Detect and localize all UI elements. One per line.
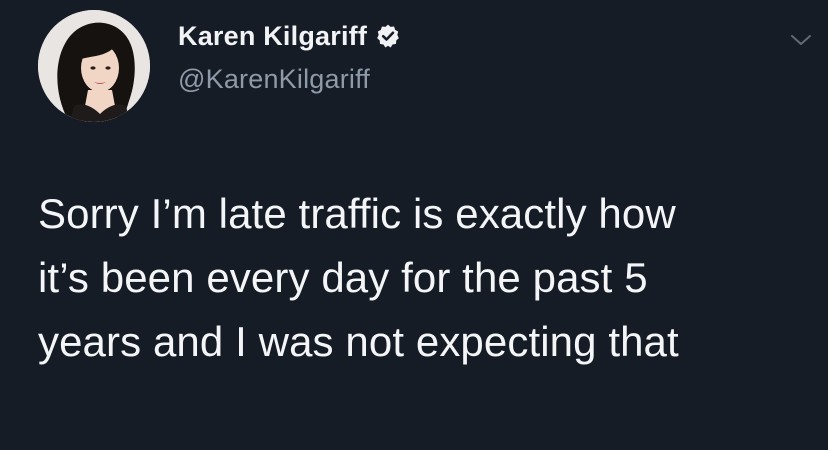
- tweet-card: Karen Kilgariff @KarenKilgariff Sorry I’…: [0, 0, 828, 450]
- tweet-author[interactable]: Karen Kilgariff @KarenKilgariff: [178, 14, 401, 95]
- avatar-image: [38, 10, 150, 122]
- author-name-row: Karen Kilgariff: [178, 14, 401, 58]
- author-display-name[interactable]: Karen Kilgariff: [178, 21, 367, 52]
- avatar[interactable]: [38, 10, 150, 122]
- author-handle[interactable]: @KarenKilgariff: [178, 64, 401, 95]
- verified-badge-icon: [375, 23, 401, 49]
- tweet-text: Sorry I’m late traffic is exactly how it…: [38, 190, 679, 365]
- chevron-down-icon[interactable]: [789, 30, 813, 50]
